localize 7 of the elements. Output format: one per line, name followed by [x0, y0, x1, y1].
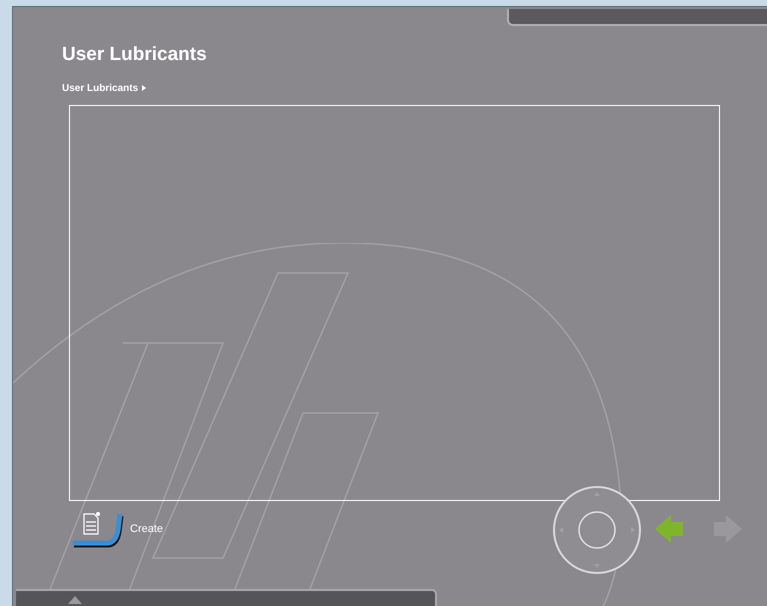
navigation-wheel[interactable] [552, 485, 642, 575]
breadcrumb-link[interactable]: User Lubricants [62, 80, 138, 96]
new-document-icon [70, 510, 124, 548]
up-triangle-icon[interactable] [68, 596, 82, 604]
chevron-icon [142, 85, 146, 91]
create-button[interactable]: Create [70, 510, 164, 548]
page-title: User Lubricants [62, 43, 208, 67]
